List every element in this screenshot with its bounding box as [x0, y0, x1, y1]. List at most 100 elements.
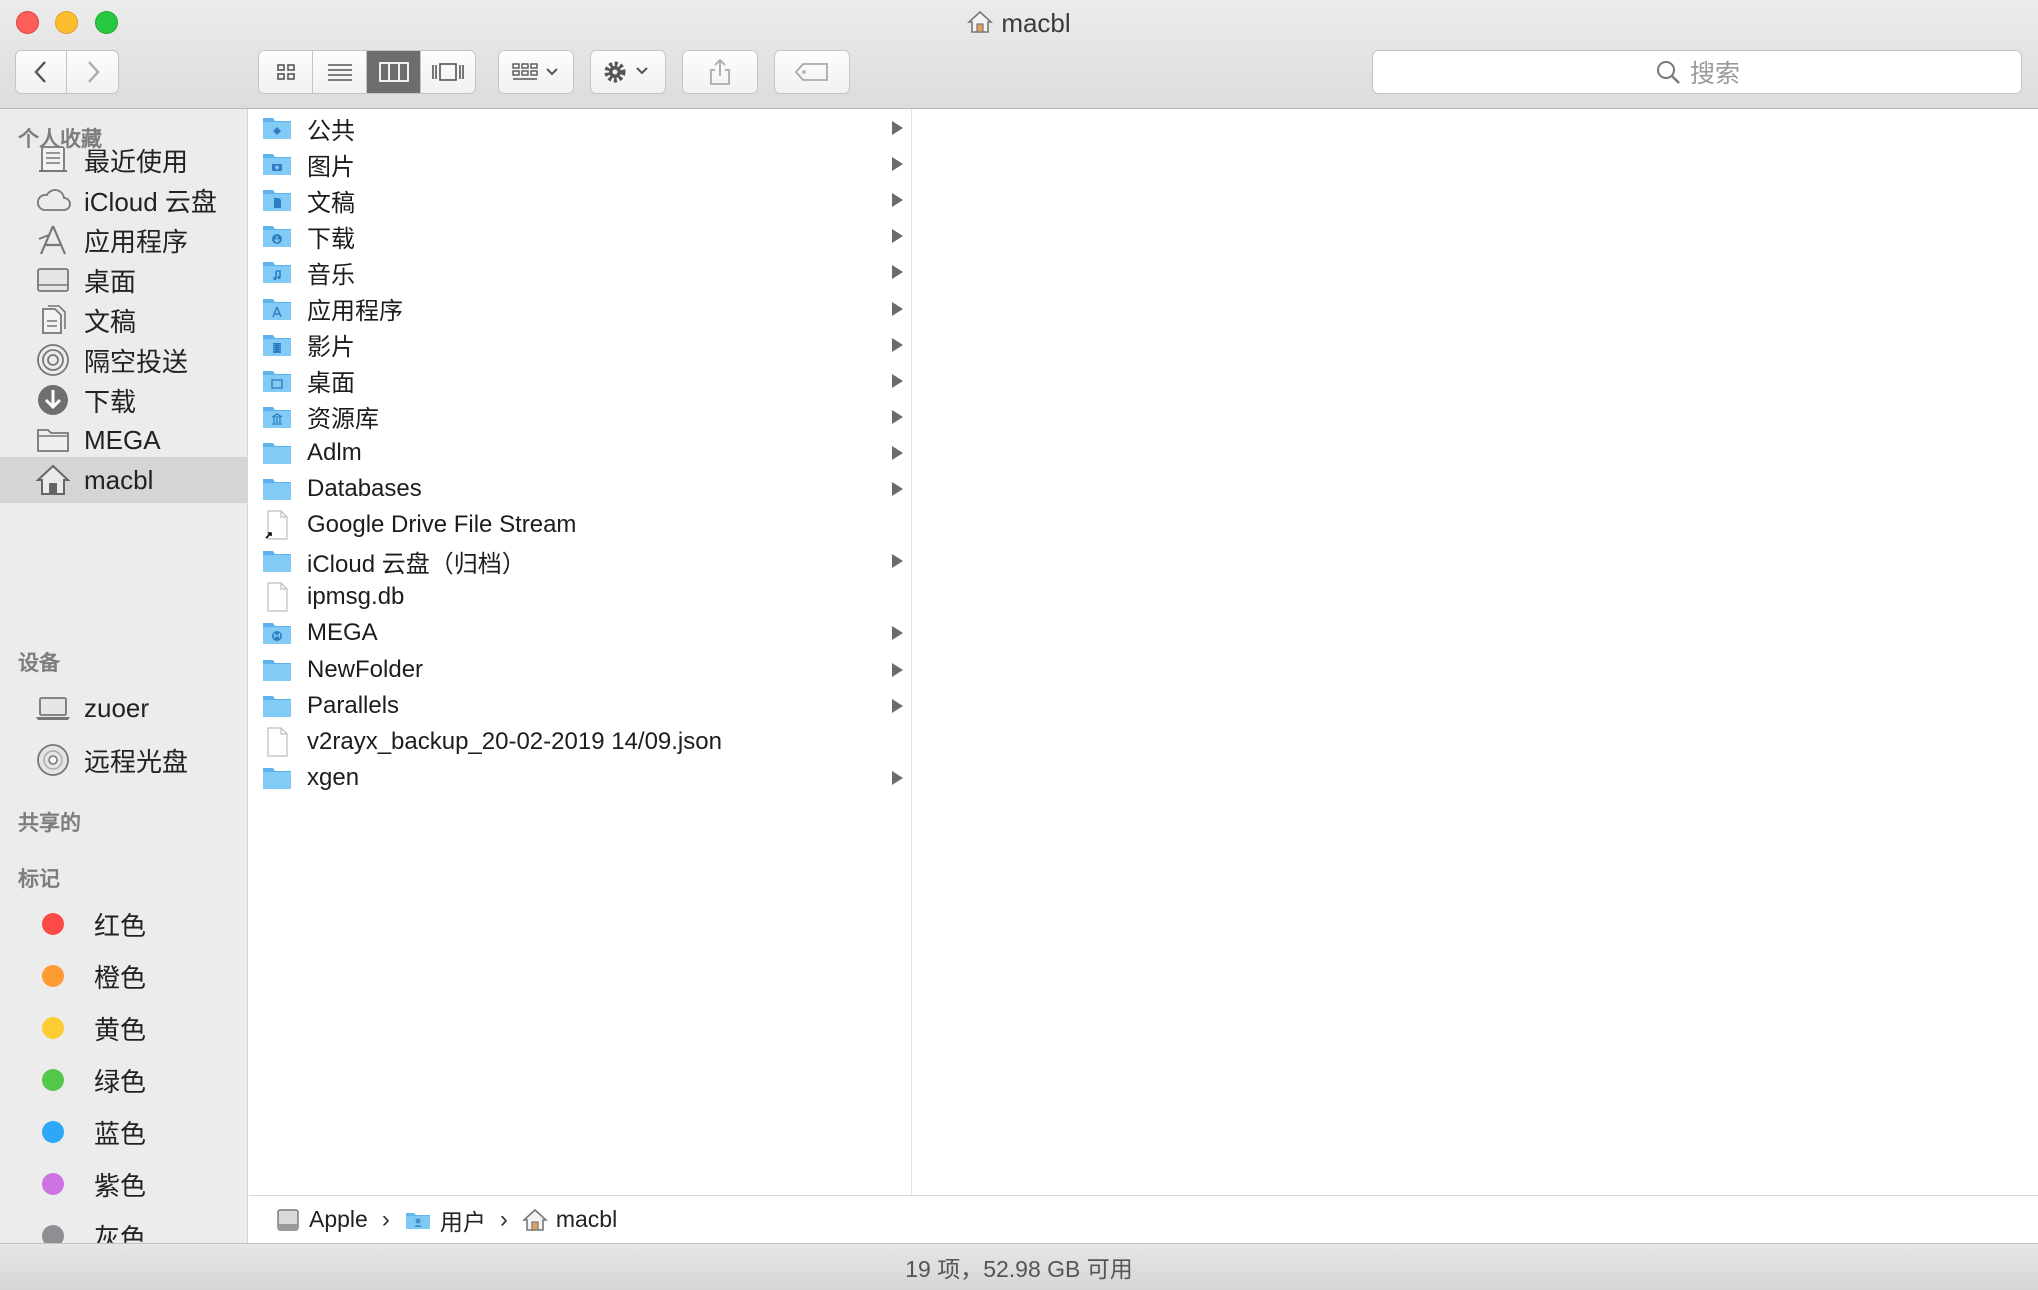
- disclosure-arrow-icon: [892, 373, 903, 388]
- file-row[interactable]: 影片: [249, 327, 911, 363]
- folder-icon: [261, 655, 293, 685]
- disclosure-arrow-icon: [892, 121, 903, 135]
- file-name: Parallels: [307, 691, 400, 719]
- sidebar-device-1[interactable]: 远程光盘: [0, 737, 247, 783]
- disc-icon: [32, 739, 74, 781]
- sidebar-tag-label: 橙色: [94, 962, 147, 993]
- file-row[interactable]: 下载: [249, 218, 911, 254]
- back-button[interactable]: [16, 51, 68, 93]
- path-separator-icon: ›: [381, 1205, 390, 1233]
- file-row[interactable]: Databases: [249, 471, 911, 507]
- file-row[interactable]: Adlm: [249, 435, 911, 471]
- tag-color-dot-icon: [42, 1225, 64, 1243]
- sidebar-item-8[interactable]: macbl: [0, 457, 247, 503]
- file-row[interactable]: 桌面: [249, 363, 911, 399]
- edit-tags-button[interactable]: [774, 50, 850, 94]
- search-placeholder: 搜索: [1689, 60, 1740, 88]
- public-icon: [261, 113, 293, 143]
- file-row[interactable]: v2rayx_backup_20-02-2019 14/09.json: [249, 724, 911, 760]
- group-by-button[interactable]: [498, 50, 574, 94]
- file-name: 资源库: [307, 406, 379, 434]
- search-field[interactable]: 搜索: [1372, 50, 2022, 94]
- sidebar-device-0[interactable]: zuoer: [0, 685, 247, 731]
- file-row[interactable]: xgen: [249, 760, 911, 796]
- disclosure-arrow-icon: [892, 193, 903, 208]
- file-name: MEGA: [307, 619, 378, 647]
- sidebar-tag-3[interactable]: 绿色: [0, 1057, 247, 1103]
- file-row[interactable]: MEGA: [249, 615, 911, 651]
- share-button[interactable]: [682, 50, 758, 94]
- sidebar-item-label: macbl: [84, 464, 154, 495]
- file-name: 影片: [307, 334, 355, 362]
- tag-color-dot-icon: [42, 1173, 64, 1195]
- file-row[interactable]: 公共: [249, 110, 911, 146]
- columns-icon: [378, 62, 409, 82]
- camera-icon: [261, 149, 293, 179]
- file-name: v2rayx_backup_20-02-2019 14/09.json: [307, 727, 722, 755]
- tags-header: 标记: [18, 868, 60, 891]
- forward-button[interactable]: [67, 51, 118, 93]
- file-row[interactable]: 图片: [249, 146, 911, 182]
- file-name: ipmsg.db: [307, 583, 405, 611]
- list-view-button[interactable]: [313, 51, 367, 93]
- file-row[interactable]: NewFolder: [249, 652, 911, 688]
- sidebar-tag-1[interactable]: 橙色: [0, 953, 247, 999]
- gear-icon: [604, 61, 648, 83]
- file-row[interactable]: 资源库: [249, 399, 911, 435]
- sidebar-item-label: 桌面: [84, 266, 137, 297]
- folder-icon: [261, 438, 293, 468]
- search-icon: [1656, 61, 1680, 84]
- disclosure-arrow-icon: [892, 698, 903, 713]
- file-name: xgen: [307, 763, 360, 791]
- sidebar-tag-6[interactable]: 灰色: [0, 1213, 247, 1243]
- sidebar: 个人收藏 最近使用 iCloud 云盘 应用程序 桌面 文稿 隔空投送 下载 M…: [0, 109, 248, 1243]
- file-row[interactable]: Google Drive File Stream: [249, 507, 911, 543]
- gallery-view-button[interactable]: [421, 51, 475, 93]
- grid-icon: [276, 64, 295, 80]
- action-menu-button[interactable]: [590, 50, 666, 94]
- disclosure-arrow-icon: [892, 482, 903, 496]
- path-item-disk[interactable]: Apple: [275, 1206, 368, 1233]
- status-text: 19 项，52.98 GB 可用: [905, 1256, 1133, 1282]
- disclosure-arrow-icon: [892, 445, 903, 460]
- folder-icon: [261, 763, 293, 793]
- tag-icon: [794, 63, 828, 81]
- file-row[interactable]: iCloud 云盘（归档）: [249, 543, 911, 579]
- sidebar-tag-label: 绿色: [94, 1066, 147, 1097]
- download-icon: [261, 221, 293, 251]
- path-item-users[interactable]: 用户: [404, 1203, 486, 1237]
- sidebar-tag-label: 蓝色: [94, 1118, 147, 1149]
- sidebar-tag-0[interactable]: 红色: [0, 901, 247, 947]
- sidebar-tag-4[interactable]: 蓝色: [0, 1109, 247, 1155]
- group-icon: [512, 63, 558, 80]
- tag-color-dot-icon: [42, 1069, 64, 1091]
- window-title-text: macbl: [1001, 8, 1071, 38]
- folder-icon: [261, 474, 293, 504]
- sidebar-tag-label: 红色: [94, 910, 147, 941]
- file-row[interactable]: 音乐: [249, 254, 911, 290]
- file-row[interactable]: 应用程序: [249, 291, 911, 327]
- tag-color-dot-icon: [42, 1121, 64, 1143]
- icon-view-button[interactable]: [259, 51, 313, 93]
- sidebar-tag-2[interactable]: 黄色: [0, 1005, 247, 1051]
- file-row[interactable]: 文稿: [249, 182, 911, 218]
- sidebar-tag-5[interactable]: 紫色: [0, 1161, 247, 1207]
- disclosure-arrow-icon: [892, 229, 903, 244]
- sidebar-item-label: MEGA: [84, 424, 161, 455]
- tag-color-dot-icon: [42, 965, 64, 987]
- disclosure-arrow-icon: [892, 265, 903, 280]
- file-row[interactable]: ipmsg.db: [249, 579, 911, 615]
- path-item-home[interactable]: macbl: [521, 1206, 617, 1233]
- disclosure-arrow-icon: [892, 554, 903, 569]
- file-name: 应用程序: [307, 298, 403, 325]
- disclosure-arrow-icon: [892, 157, 903, 172]
- cloud-icon: [32, 179, 74, 221]
- file-row[interactable]: Parallels: [249, 688, 911, 724]
- desktop-icon: [261, 366, 293, 396]
- disclosure-arrow-icon: [892, 626, 903, 641]
- column-view-button[interactable]: [367, 51, 421, 93]
- alias-file-icon: [261, 510, 293, 540]
- documents-icon: [32, 299, 74, 341]
- share-icon: [710, 58, 730, 85]
- home-icon: [967, 8, 994, 42]
